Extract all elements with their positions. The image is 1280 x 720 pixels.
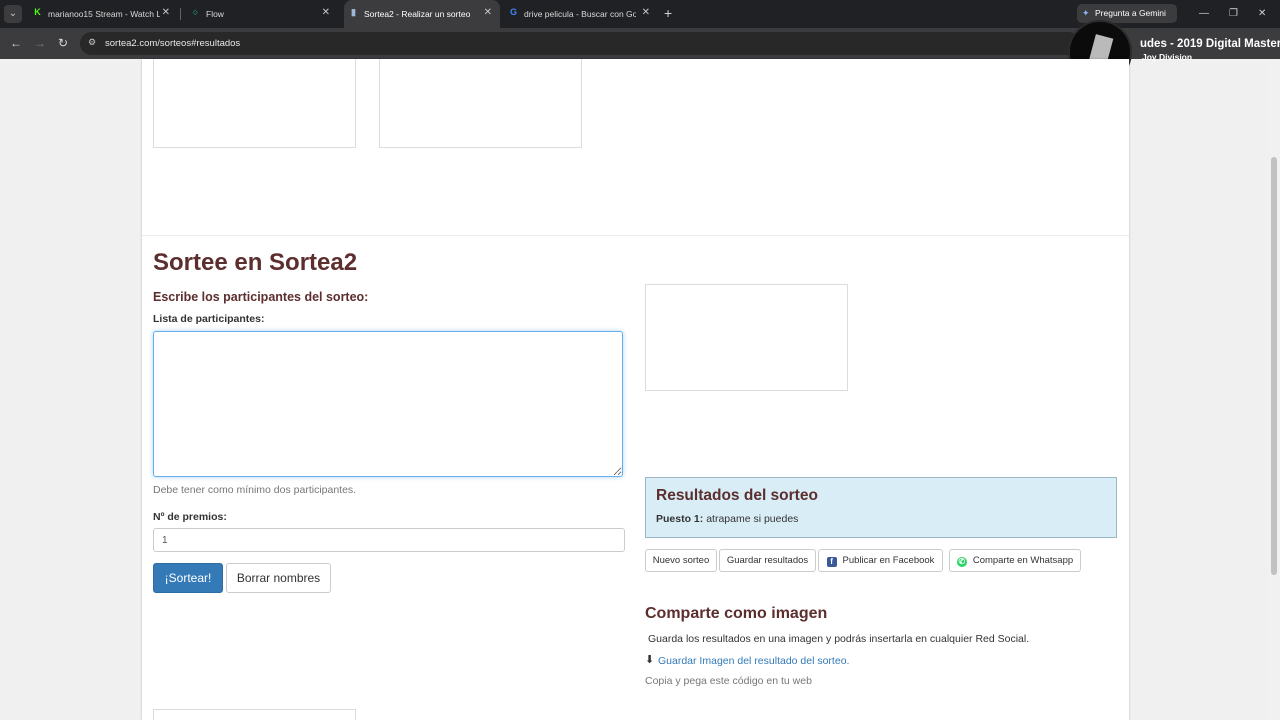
- tab-sortea2[interactable]: ▮ Sortea2 - Realizar un sorteo ✕: [344, 0, 500, 28]
- embed-code-label: Copia y pega este código en tu web: [645, 675, 812, 687]
- save-results-button[interactable]: Guardar resultados: [719, 549, 816, 572]
- save-image-link[interactable]: Guardar Imagen del resultado del sorteo.: [658, 655, 849, 667]
- participants-heading: Escribe los participantes del sorteo:: [153, 290, 369, 304]
- tab-title: marianoo15 Stream - Watch Liv: [48, 9, 160, 19]
- ad-placeholder: [645, 284, 848, 391]
- url-text: sortea2.com/sorteos#resultados: [105, 38, 241, 49]
- results-panel: Resultados del sorteo Puesto 1: atrapame…: [645, 477, 1117, 538]
- scrollbar-thumb[interactable]: [1271, 157, 1277, 575]
- page-title: Sortee en Sortea2: [153, 249, 358, 276]
- flow-favicon-icon: ○: [192, 7, 199, 17]
- ad-placeholder: [153, 709, 356, 720]
- close-tab-icon[interactable]: ✕: [322, 7, 330, 19]
- tab-title: drive pelicula - Buscar con Goo: [524, 9, 636, 19]
- participants-label: Lista de participantes:: [153, 313, 265, 325]
- forward-arrow-icon[interactable]: →: [34, 37, 46, 49]
- google-favicon-icon: G: [509, 7, 517, 17]
- participants-help-text: Debe tener como mínimo dos participantes…: [153, 484, 357, 496]
- page-content: Sortee en Sortea2 Escribe los participan…: [142, 59, 1129, 720]
- draw-button[interactable]: ¡Sortear!: [153, 563, 223, 593]
- reload-icon[interactable]: ↻: [58, 37, 68, 49]
- new-tab-button[interactable]: +: [664, 6, 672, 20]
- winner-row: Puesto 1: atrapame si puedes: [656, 513, 798, 525]
- section-divider: [142, 235, 1129, 236]
- tab-flow[interactable]: ○ Flow ✕: [186, 0, 338, 28]
- whatsapp-icon: ✆: [956, 557, 967, 567]
- tab-search-button[interactable]: ⌄: [4, 5, 22, 23]
- clear-names-button[interactable]: Borrar nombres: [226, 563, 331, 593]
- tab-title: Sortea2 - Realizar un sorteo: [364, 9, 471, 19]
- ad-placeholder: [153, 59, 356, 148]
- sortea2-favicon-icon: ▮: [351, 7, 356, 17]
- back-arrow-icon[interactable]: ←: [10, 37, 22, 49]
- winner-position: Puesto 1:: [656, 513, 704, 525]
- whatsapp-label: Comparte en Whatsapp: [972, 555, 1074, 566]
- kick-favicon-icon: K: [34, 7, 41, 17]
- tab-separator: [180, 8, 181, 20]
- omnibox[interactable]: ⚙ sortea2.com/sorteos#resultados: [80, 32, 1080, 55]
- facebook-share-button[interactable]: f Publicar en Facebook: [818, 549, 943, 572]
- download-icon: ⬇: [645, 654, 655, 666]
- prizes-label: Nº de premios:: [153, 511, 227, 523]
- participants-textarea[interactable]: [153, 331, 623, 477]
- winner-name: atrapame si puedes: [706, 513, 799, 525]
- close-tab-icon[interactable]: ✕: [484, 7, 492, 19]
- page-scrollbar[interactable]: [1268, 59, 1280, 720]
- media-artist: Joy Division: [1142, 52, 1193, 62]
- close-tab-icon[interactable]: ✕: [162, 7, 170, 19]
- site-info-icon[interactable]: ⚙: [88, 37, 99, 48]
- facebook-label: Publicar en Facebook: [842, 555, 935, 566]
- share-description: Guarda los resultados en una imagen y po…: [648, 633, 1030, 645]
- facebook-icon: f: [826, 557, 837, 567]
- whatsapp-share-button[interactable]: ✆ Comparte en Whatsapp: [949, 549, 1081, 572]
- prizes-input[interactable]: [153, 528, 625, 552]
- tab-google-search[interactable]: G drive pelicula - Buscar con Goo ✕: [504, 0, 658, 28]
- tab-title: Flow: [206, 9, 224, 19]
- results-title: Resultados del sorteo: [656, 487, 818, 504]
- ad-placeholder: [379, 59, 582, 148]
- share-image-heading: Comparte como imagen: [645, 605, 828, 622]
- new-draw-button[interactable]: Nuevo sorteo: [645, 549, 717, 572]
- close-tab-icon[interactable]: ✕: [642, 7, 650, 19]
- tab-marianoo15[interactable]: K marianoo15 Stream - Watch Liv ✕: [28, 0, 178, 28]
- media-title: udes - 2019 Digital Master: [1140, 38, 1280, 50]
